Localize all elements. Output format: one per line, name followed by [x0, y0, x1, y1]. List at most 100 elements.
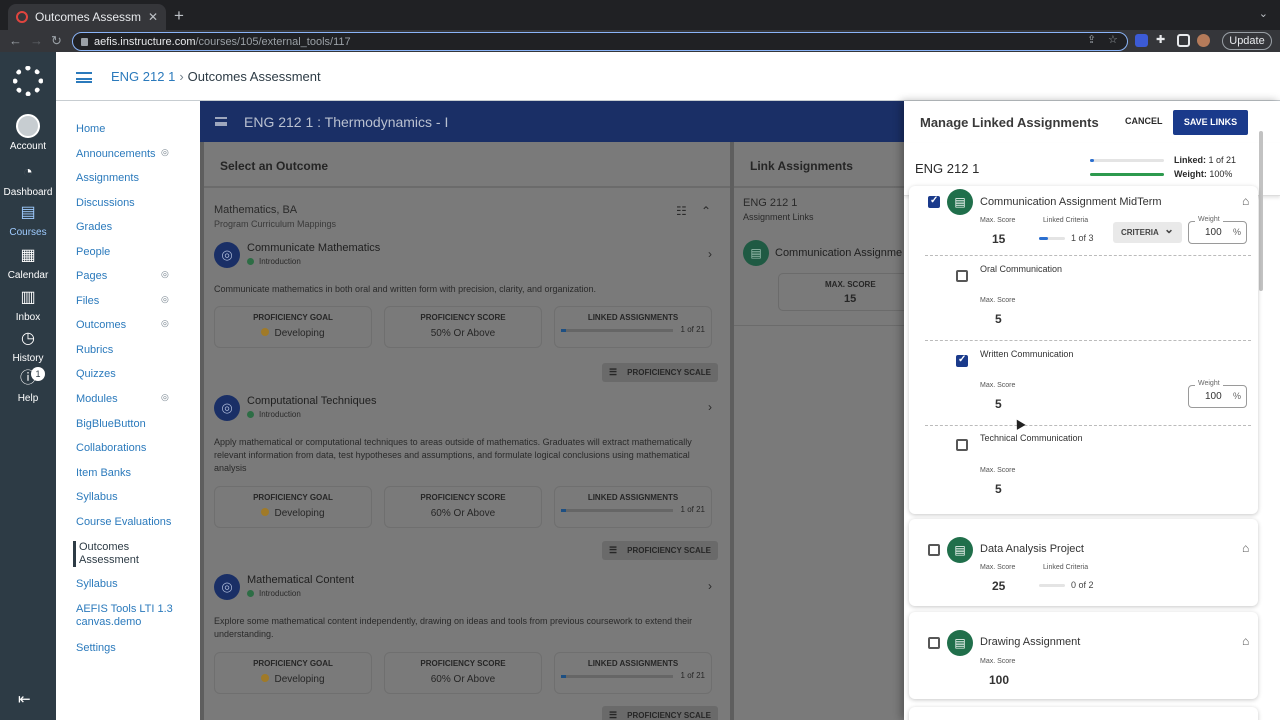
collapse-nav-icon[interactable]: ⇤: [18, 690, 31, 708]
link-course-subtitle: Assignment Links: [743, 212, 814, 222]
proficiency-scale-button[interactable]: PROFICIENCY SCALE: [602, 363, 718, 382]
course-nav-rubrics[interactable]: Rubrics: [76, 344, 196, 357]
weight-input-label: Weight: [1195, 380, 1223, 387]
reload-icon[interactable]: ↻: [51, 33, 62, 49]
criteria-progress-bar: [1039, 237, 1065, 240]
assignment-checkbox[interactable]: [928, 544, 940, 556]
course-nav-discussions[interactable]: Discussions: [76, 197, 196, 210]
new-tab-icon[interactable]: +: [174, 6, 184, 26]
side-panel-icon[interactable]: [1177, 34, 1190, 47]
assignment-checkbox[interactable]: [928, 195, 940, 208]
course-nav-people[interactable]: People: [76, 246, 196, 259]
course-nav-quizzes[interactable]: Quizzes: [76, 368, 196, 381]
hidden-eye-icon: ◎: [161, 392, 169, 402]
browser-toolbar: ← → ↻ aefis.instructure.com /courses/105…: [0, 30, 1280, 52]
cancel-button[interactable]: CANCEL: [1125, 116, 1163, 126]
canvas-logo-icon[interactable]: [13, 66, 43, 96]
chevron-right-icon[interactable]: ›: [708, 400, 712, 414]
course-nav-outcomes[interactable]: Outcomes: [76, 319, 196, 332]
update-button[interactable]: Update: [1222, 32, 1272, 50]
proficiency-scale-button[interactable]: PROFICIENCY SCALE: [602, 541, 718, 560]
forward-icon[interactable]: →: [30, 33, 43, 48]
linked-value: 1 of 21: [1208, 155, 1237, 165]
criteria-dropdown-button[interactable]: CRITERIA: [1113, 219, 1182, 243]
max-score-value: 25: [992, 579, 1006, 593]
chevron-right-icon[interactable]: ›: [708, 579, 712, 593]
bookmark-star-icon[interactable]: ☆: [1108, 33, 1118, 46]
global-nav-history[interactable]: ◷ History: [0, 328, 56, 364]
global-nav-inbox[interactable]: ▥ Inbox: [0, 287, 56, 323]
global-nav-account[interactable]: Account: [0, 114, 56, 152]
global-nav-calendar[interactable]: ▦ Calendar: [0, 245, 56, 281]
course-nav-grades[interactable]: Grades: [76, 221, 196, 234]
global-nav-dashboard[interactable]: ◔ Dashboard: [0, 162, 56, 198]
proficiency-score-card: PROFICIENCY SCORE 60% Or Above: [384, 486, 542, 528]
course-nav-home[interactable]: Home: [76, 123, 196, 136]
criterion-checkbox[interactable]: [956, 354, 968, 367]
course-nav-assignments[interactable]: Assignments: [76, 172, 196, 185]
course-nav-collaborations[interactable]: Collaborations: [76, 442, 196, 455]
max-score-value: 5: [995, 397, 1002, 411]
proficiency-score-card: PROFICIENCY SCORE 50% Or Above: [384, 306, 542, 348]
card-label: LINKED ASSIGNMENTS: [587, 659, 679, 668]
browser-tab[interactable]: Outcomes Assessment ✕: [8, 4, 166, 30]
global-nav: Account ◔ Dashboard ▤ Courses ▦ Calendar…: [0, 52, 56, 720]
address-bar[interactable]: aefis.instructure.com /courses/105/exter…: [72, 32, 1128, 51]
max-score-value: 5: [995, 312, 1002, 326]
course-nav-aefis-tools[interactable]: AEFIS Tools LTI 1.3 canvas.demo: [76, 603, 176, 629]
course-nav-bigbluebutton[interactable]: BigBlueButton: [76, 418, 196, 431]
drawer-course-name: ENG 212 1: [915, 161, 980, 176]
card-value: Developing: [215, 328, 371, 339]
card-value: 1 of 21: [680, 671, 705, 680]
assignment-checkbox[interactable]: [928, 637, 940, 649]
course-nav-announcements[interactable]: Announcements: [76, 148, 196, 161]
home-icon[interactable]: ⌂: [1242, 634, 1249, 648]
divider: [925, 425, 1251, 426]
back-icon[interactable]: ←: [9, 33, 22, 48]
outcome-description: Apply mathematical or computational tech…: [214, 437, 692, 473]
book-icon: ▤: [20, 204, 36, 221]
linked-progress-fill: [561, 509, 567, 512]
puzzle-icon[interactable]: ✚: [1156, 33, 1165, 46]
global-nav-label: Calendar: [7, 270, 49, 281]
app-menu-icon[interactable]: [215, 117, 227, 126]
criterion-weight-input[interactable]: Weight 100 %: [1188, 380, 1247, 408]
weight-progress-bar: [1090, 173, 1164, 176]
drawer-scrollbar[interactable]: [1259, 131, 1263, 291]
browser-chrome: Outcomes Assessment ✕ + ⌄ ← → ↻ aefis.in…: [0, 0, 1280, 52]
profile-avatar-icon[interactable]: [1197, 34, 1210, 47]
inbox-icon: ▥: [20, 289, 36, 306]
app-bar: ENG 212 1 : Thermodynamics - I: [200, 101, 904, 142]
course-nav-outcomes-assessment[interactable]: Outcomes Assessment: [73, 541, 153, 567]
proficiency-goal-card: PROFICIENCY GOAL Developing: [214, 652, 372, 694]
breadcrumb-course-link[interactable]: ENG 212 1: [111, 69, 175, 84]
tab-search-icon[interactable]: ⌄: [1259, 7, 1268, 20]
criterion-checkbox[interactable]: [956, 439, 968, 451]
help-badge: 1: [31, 367, 45, 381]
course-nav-settings[interactable]: Settings: [76, 642, 196, 655]
proficiency-scale-button[interactable]: PROFICIENCY SCALE: [602, 706, 718, 720]
home-icon[interactable]: ⌂: [1242, 194, 1249, 208]
global-nav-courses[interactable]: ▤ Courses: [0, 202, 56, 238]
percent-suffix: %: [1232, 227, 1241, 237]
course-nav-course-evaluations[interactable]: Course Evaluations: [76, 516, 196, 529]
weight-input[interactable]: Weight 100 %: [1188, 216, 1247, 244]
share-icon[interactable]: ⇪: [1087, 33, 1096, 46]
chevron-up-icon[interactable]: ⌃: [701, 204, 711, 218]
global-nav-help[interactable]: ⓘ 1 Help: [0, 367, 56, 404]
course-nav-modules[interactable]: Modules: [76, 393, 196, 406]
course-nav-syllabus-2[interactable]: Syllabus: [76, 578, 196, 591]
program-header: Mathematics, BA Program Curriculum Mappi…: [214, 204, 336, 229]
chevron-right-icon[interactable]: ›: [708, 247, 712, 261]
home-icon[interactable]: ⌂: [1242, 541, 1249, 555]
course-nav-syllabus[interactable]: Syllabus: [76, 491, 196, 504]
filter-icon[interactable]: ☷: [676, 204, 687, 218]
extension-icon[interactable]: [1135, 34, 1148, 47]
criterion-checkbox[interactable]: [956, 270, 968, 282]
save-links-button[interactable]: SAVE LINKS: [1173, 110, 1248, 135]
close-tab-icon[interactable]: ✕: [148, 10, 158, 24]
course-nav-pages[interactable]: Pages: [76, 270, 196, 283]
course-menu-icon[interactable]: [76, 72, 92, 83]
course-nav-item-banks[interactable]: Item Banks: [76, 467, 196, 480]
course-nav-files[interactable]: Files: [76, 295, 196, 308]
